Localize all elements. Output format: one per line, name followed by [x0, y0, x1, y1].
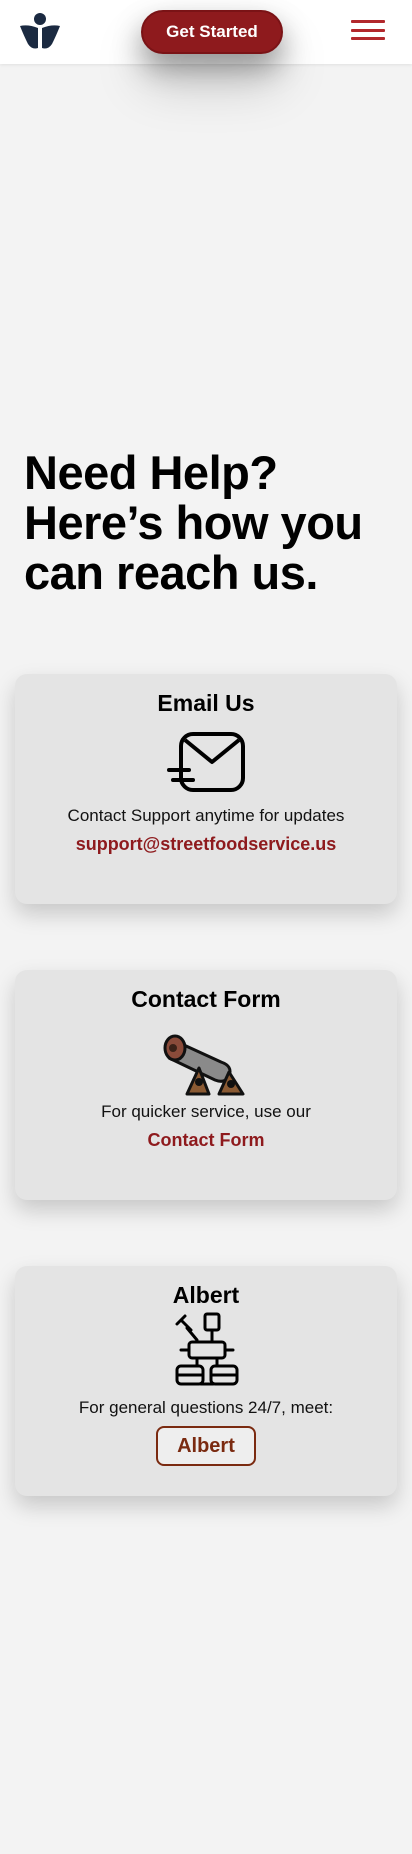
hamburger-menu-icon[interactable] — [351, 20, 385, 40]
card-description: For quicker service, use our — [101, 1102, 311, 1121]
card-description: For general questions 24/7, meet: — [78, 1398, 334, 1417]
contact-form-card: Contact Form For quicker service, use ou… — [15, 970, 397, 1200]
get-started-button[interactable]: Get Started — [141, 10, 283, 54]
site-header: Get Started — [0, 0, 412, 64]
card-title: Email Us — [157, 690, 255, 716]
robot-icon — [171, 1310, 241, 1399]
support-email-link[interactable]: support@streetfoodservice.us — [15, 834, 397, 855]
menu-bar — [351, 20, 385, 23]
meet-albert-button[interactable]: Albert — [156, 1426, 256, 1466]
envelope-icon — [167, 730, 247, 801]
page-title: Need Help? Here’s how you can reach us. — [24, 446, 363, 599]
cannon-icon — [163, 1018, 249, 1101]
menu-bar — [351, 28, 385, 32]
page: Get Started Need Help? Here’s how you ca… — [0, 0, 412, 1854]
card-description: Contact Support anytime for updates — [67, 806, 345, 825]
menu-bar — [351, 37, 385, 40]
contact-form-link[interactable]: Contact Form — [15, 1130, 397, 1151]
email-card: Email Us Contact Support anytime for upd… — [15, 674, 397, 904]
card-title: Albert — [172, 1282, 240, 1308]
person-figure-logo-icon[interactable] — [18, 12, 62, 52]
card-title: Contact Form — [131, 986, 281, 1012]
albert-card: Albert For general questions 24/7, meet:… — [15, 1266, 397, 1496]
